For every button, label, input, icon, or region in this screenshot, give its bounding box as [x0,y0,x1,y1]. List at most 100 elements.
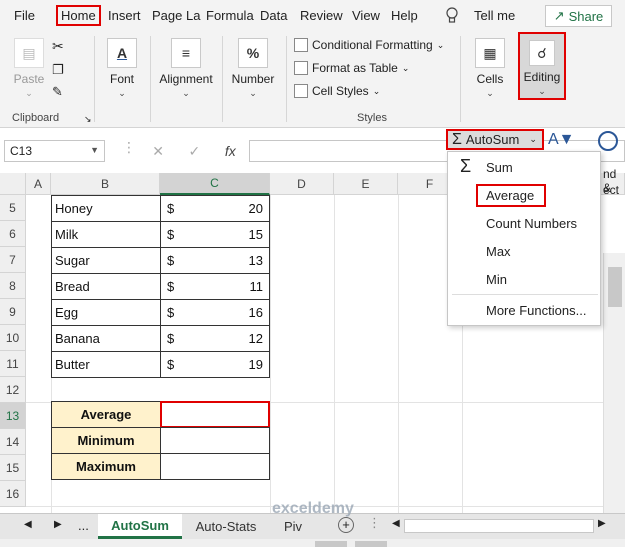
font-button[interactable]: A Font ⌄ [102,38,142,99]
table-row-name[interactable]: Butter [51,351,161,378]
table-row-value[interactable]: $16 [160,299,270,326]
format-as-table-button[interactable]: Format as Table ⌄ [294,61,409,75]
chevron-down-icon: ▼ [90,145,99,155]
prev-sheet-icon[interactable]: ◀ [24,519,32,530]
row-header-14[interactable]: 14 [0,429,26,455]
table-row-name[interactable]: Honey [51,195,161,222]
row-header-16[interactable]: 16 [0,481,26,507]
table-row-name[interactable]: Banana [51,325,161,352]
cell-styles-icon [294,84,308,98]
copy-icon[interactable]: ❐ [52,62,64,78]
clipboard-group-label: Clipboard [12,112,60,124]
dialog-launcher-icon[interactable]: ↘ [84,114,92,125]
column-header-a[interactable]: A [26,173,51,195]
row-header-8[interactable]: 8 [0,273,26,299]
table-row-value[interactable]: $20 [160,195,270,222]
menu-item-count-numbers[interactable]: Count Numbers [486,216,577,231]
table-row-value[interactable]: $12 [160,325,270,352]
percent-icon: % [238,38,268,68]
name-box[interactable]: C13 ▼ [4,140,105,162]
table-row-value[interactable]: $19 [160,351,270,378]
format-painter-icon[interactable]: ✎ [52,84,63,100]
next-sheet-icon[interactable]: ▶ [54,519,62,530]
table-row-value[interactable]: $11 [160,273,270,300]
cells-icon: ▦ [475,38,505,68]
editing-button[interactable]: ☌ Editing ⌄ [518,32,566,100]
insert-function-button[interactable]: fx [225,143,236,159]
tab-home[interactable]: Home [56,5,101,26]
scroll-left-icon[interactable]: ◀ [392,518,400,529]
row-header-11[interactable]: 11 [0,351,26,377]
paste-button[interactable]: ▤ Paste ⌄ [12,38,46,99]
minimum-cell[interactable] [160,427,270,454]
average-label[interactable]: Average [51,401,161,428]
more-icon: ⋮ [122,139,136,155]
watermark-logo: exceldemy [272,500,354,517]
table-row-value[interactable]: $13 [160,247,270,274]
row-header-6[interactable]: 6 [0,221,26,247]
sheet-tab-autosum[interactable]: AutoSum [98,514,182,539]
maximum-cell[interactable] [160,453,270,480]
more-sheets-button[interactable]: ... [78,518,89,533]
row-header-5[interactable]: 5 [0,195,26,221]
find-icon[interactable] [598,131,618,151]
chevron-down-icon: ⌄ [118,88,126,98]
sort-filter-icon[interactable]: A▼ [548,131,575,149]
row-header-13[interactable]: 13 [0,403,26,429]
tab-data[interactable]: Data [260,8,287,23]
column-header-d[interactable]: D [270,173,334,195]
menu-item-more-functions[interactable]: More Functions... [486,303,586,318]
row-header-9[interactable]: 9 [0,299,26,325]
select-all-corner[interactable] [0,173,26,195]
cut-icon[interactable]: ✂ [52,38,64,55]
tab-insert[interactable]: Insert [108,8,141,23]
tab-view[interactable]: View [352,8,380,23]
average-cell-c13[interactable] [160,401,270,428]
menu-item-min[interactable]: Min [486,272,507,287]
number-button[interactable]: % Number ⌄ [228,38,278,99]
column-header-e[interactable]: E [334,173,398,195]
cancel-icon[interactable]: ✕ [152,143,164,160]
table-row-value[interactable]: $15 [160,221,270,248]
column-header-b[interactable]: B [51,173,160,195]
table-row-name[interactable]: Milk [51,221,161,248]
tab-formulas[interactable]: Formula [206,8,254,23]
menu-item-average[interactable]: Average [476,184,546,207]
tab-review[interactable]: Review [300,8,343,23]
conditional-formatting-icon [294,38,308,52]
chevron-down-icon: ⌄ [529,134,537,144]
add-sheet-icon[interactable]: + [338,517,354,533]
sigma-icon: Σ [452,130,462,148]
table-row-name[interactable]: Bread [51,273,161,300]
tab-file[interactable]: File [14,8,35,23]
tab-page-layout[interactable]: Page La [152,8,200,23]
menu-item-max[interactable]: Max [486,244,511,259]
clipboard-icon: ▤ [14,38,44,68]
enter-icon[interactable]: ✓ [189,143,201,160]
sheet-tab-auto-stats[interactable]: Auto-Stats [184,514,268,539]
chevron-down-icon: ⌄ [249,88,257,98]
row-header-12[interactable]: 12 [0,377,26,403]
row-header-15[interactable]: 15 [0,455,26,481]
row-header-7[interactable]: 7 [0,247,26,273]
tab-help[interactable]: Help [391,8,418,23]
conditional-formatting-button[interactable]: Conditional Formatting ⌄ [294,38,444,52]
vertical-scrollbar[interactable] [603,253,625,513]
table-row-name[interactable]: Sugar [51,247,161,274]
cell-styles-button[interactable]: Cell Styles ⌄ [294,84,380,98]
chevron-down-icon: ⌄ [486,88,494,98]
tell-me-search[interactable]: Tell me [474,8,515,23]
scroll-right-icon[interactable]: ▶ [598,518,606,529]
tab-split-handle[interactable]: ⋮ [368,515,381,531]
alignment-button[interactable]: ≡ Alignment ⌄ [156,38,216,99]
minimum-label[interactable]: Minimum [51,427,161,454]
menu-item-sum[interactable]: Sum [486,160,513,175]
horizontal-scrollbar[interactable] [404,519,594,533]
cells-button[interactable]: ▦ Cells ⌄ [470,38,510,99]
autosum-button[interactable]: Σ AutoSum ⌄ [446,129,544,150]
row-header-10[interactable]: 10 [0,325,26,351]
share-button[interactable]: ↗ Share [545,5,612,27]
column-header-c[interactable]: C [160,173,270,195]
maximum-label[interactable]: Maximum [51,453,161,480]
table-row-name[interactable]: Egg [51,299,161,326]
